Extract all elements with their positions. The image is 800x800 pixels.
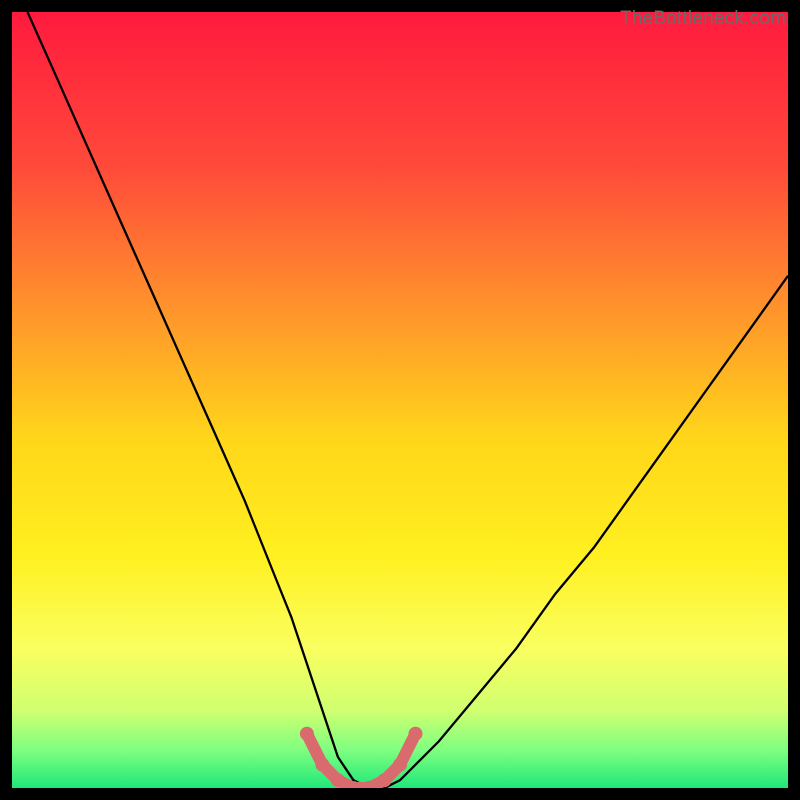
chart-frame — [12, 12, 788, 788]
bottleneck-chart — [12, 12, 788, 788]
optimal-dot — [300, 727, 314, 741]
optimal-dot — [393, 758, 407, 772]
optimal-dot — [315, 758, 329, 772]
watermark-text: TheBottleneck.com — [620, 8, 786, 30]
optimal-dot — [409, 727, 423, 741]
optimal-dot — [331, 773, 345, 787]
gradient-background — [12, 12, 788, 788]
optimal-dot — [378, 773, 392, 787]
